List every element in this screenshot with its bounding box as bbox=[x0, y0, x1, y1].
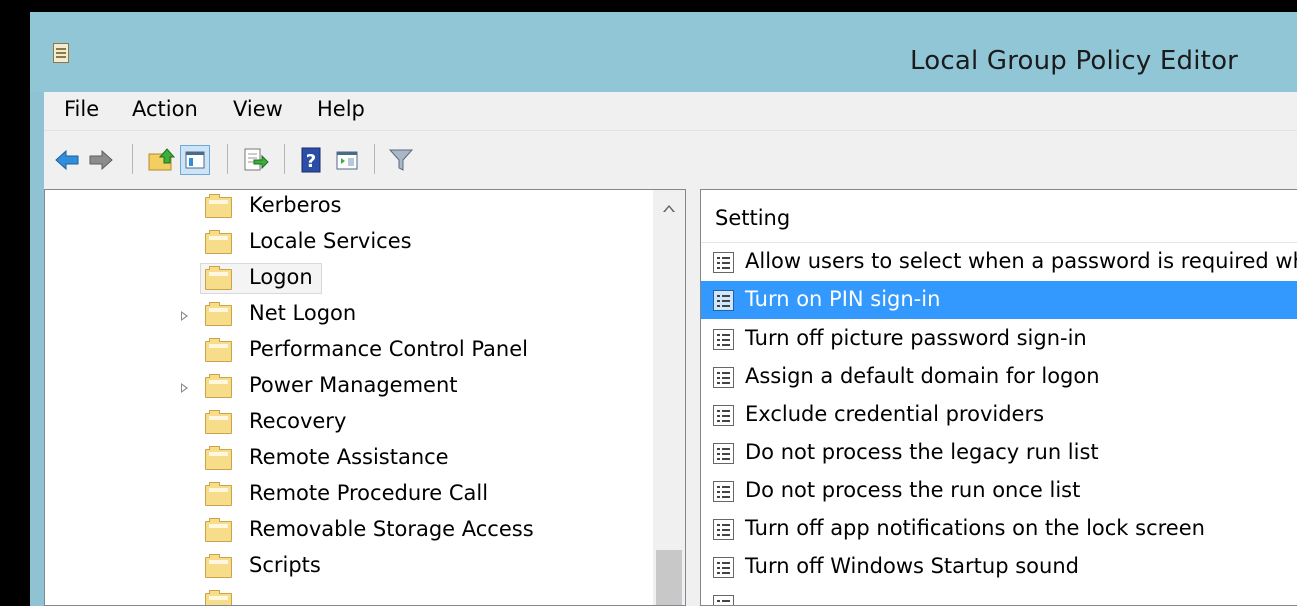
setting-label: Turn on PIN sign-in bbox=[745, 287, 941, 311]
tree-item-label: Net Logon bbox=[249, 301, 357, 325]
tree-item-label: Kerberos bbox=[249, 193, 342, 217]
setting-row[interactable]: Do not process the legacy run list bbox=[701, 434, 1297, 472]
tree-item-logon[interactable]: Logon bbox=[45, 262, 655, 296]
policy-setting-icon bbox=[713, 405, 734, 426]
tree-item-partial[interactable] bbox=[45, 586, 655, 605]
expand-arrow-icon[interactable] bbox=[181, 383, 188, 393]
policy-setting-icon bbox=[713, 481, 734, 502]
setting-label: Turn off Windows Startup sound bbox=[745, 554, 1079, 578]
setting-row[interactable]: Turn off app notifications on the lock s… bbox=[701, 510, 1297, 548]
toolbar-separator bbox=[374, 144, 375, 174]
tree-item-label: Logon bbox=[249, 265, 313, 289]
tree-item-scripts[interactable]: Scripts bbox=[45, 550, 655, 584]
toolbar-separator bbox=[284, 144, 285, 174]
tree-item-label: Removable Storage Access bbox=[249, 517, 534, 541]
setting-label: Assign a default domain for logon bbox=[745, 364, 1100, 388]
setting-row[interactable]: Do not process the run once list bbox=[701, 472, 1297, 510]
setting-label: Do not process the legacy run list bbox=[745, 440, 1099, 464]
policy-setting-icon bbox=[713, 329, 734, 350]
setting-row[interactable]: Allow users to select when a password is… bbox=[701, 243, 1297, 281]
setting-label: Turn off picture password sign-in bbox=[745, 326, 1087, 350]
title-bar[interactable]: Local Group Policy Editor bbox=[30, 12, 1297, 92]
client-area: File Action View Help ? Kerberos Locale … bbox=[44, 92, 1297, 606]
tree-item-label: Performance Control Panel bbox=[249, 337, 528, 361]
tree-item-remote-assistance[interactable]: Remote Assistance bbox=[45, 442, 655, 476]
policy-editor-app-icon[interactable] bbox=[53, 43, 69, 63]
folder-icon bbox=[205, 446, 232, 470]
toolbar-separator bbox=[132, 144, 133, 174]
tree-item-label: Scripts bbox=[249, 553, 321, 577]
folder-icon bbox=[205, 518, 232, 542]
tree-item-recovery[interactable]: Recovery bbox=[45, 406, 655, 440]
folder-icon bbox=[205, 410, 232, 434]
policy-setting-icon bbox=[713, 519, 734, 540]
tree-item-net-logon[interactable]: Net Logon bbox=[45, 298, 655, 332]
app-window: Local Group Policy Editor File Action Vi… bbox=[30, 12, 1297, 606]
tree-item-kerberos[interactable]: Kerberos bbox=[45, 190, 655, 224]
setting-label: Do not process the run once list bbox=[745, 478, 1081, 502]
folder-icon bbox=[205, 302, 232, 326]
filter-icon[interactable] bbox=[386, 145, 416, 175]
setting-row[interactable]: Turn off picture password sign-in bbox=[701, 320, 1297, 358]
tree-item-label: Recovery bbox=[249, 409, 347, 433]
tree-item-locale-services[interactable]: Locale Services bbox=[45, 226, 655, 260]
policy-setting-icon bbox=[713, 557, 734, 578]
setting-label: Allow users to select when a password is… bbox=[745, 249, 1297, 273]
policy-setting-icon bbox=[713, 252, 734, 273]
menu-file[interactable]: File bbox=[64, 97, 99, 121]
svg-text:?: ? bbox=[306, 151, 316, 172]
tree-item-performance-control-panel[interactable]: Performance Control Panel bbox=[45, 334, 655, 368]
folder-icon bbox=[205, 482, 232, 506]
tree-item-label: Power Management bbox=[249, 373, 458, 397]
export-list-icon[interactable] bbox=[240, 145, 270, 175]
settings-list-pane[interactable]: Setting Allow users to select when a pas… bbox=[700, 189, 1297, 606]
setting-row-partial[interactable] bbox=[701, 586, 1297, 605]
folder-icon bbox=[205, 230, 232, 254]
folder-icon bbox=[205, 554, 232, 578]
forward-icon[interactable] bbox=[86, 145, 116, 175]
tree-item-label: Locale Services bbox=[249, 229, 412, 253]
column-header-setting[interactable]: Setting bbox=[701, 190, 1297, 243]
menu-help[interactable]: Help bbox=[317, 97, 365, 121]
column-header-label: Setting bbox=[715, 206, 791, 230]
window-title: Local Group Policy Editor bbox=[910, 46, 1239, 76]
policy-setting-icon bbox=[713, 290, 734, 311]
tree-item-remote-procedure-call[interactable]: Remote Procedure Call bbox=[45, 478, 655, 512]
help-icon[interactable]: ? bbox=[296, 145, 326, 175]
tree-item-power-management[interactable]: Power Management bbox=[45, 370, 655, 404]
expand-arrow-icon[interactable] bbox=[181, 311, 188, 321]
menu-bar: File Action View Help bbox=[44, 92, 1297, 128]
back-icon[interactable] bbox=[52, 145, 82, 175]
folder-icon bbox=[205, 194, 232, 218]
setting-label: Turn off app notifications on the lock s… bbox=[745, 516, 1205, 540]
folder-icon bbox=[205, 590, 232, 605]
console-tree-pane[interactable]: Kerberos Locale Services Logon Net Logon… bbox=[44, 189, 686, 606]
tree-scrollbar[interactable] bbox=[653, 190, 685, 605]
menu-view[interactable]: View bbox=[233, 97, 283, 121]
tree-item-removable-storage-access[interactable]: Removable Storage Access bbox=[45, 514, 655, 548]
setting-row[interactable]: Assign a default domain for logon bbox=[701, 358, 1297, 396]
folder-icon bbox=[205, 266, 232, 290]
scroll-thumb[interactable] bbox=[656, 550, 682, 605]
policy-setting-icon bbox=[713, 367, 734, 388]
tree-item-label: Remote Assistance bbox=[249, 445, 449, 469]
folder-icon bbox=[205, 374, 232, 398]
setting-row[interactable]: Exclude credential providers bbox=[701, 396, 1297, 434]
toolbar: ? bbox=[44, 130, 1297, 181]
setting-row[interactable]: Turn off Windows Startup sound bbox=[701, 548, 1297, 586]
up-folder-icon[interactable] bbox=[146, 145, 176, 175]
toolbar-separator bbox=[227, 144, 228, 174]
show-hide-tree-icon[interactable] bbox=[180, 145, 210, 175]
folder-icon bbox=[205, 338, 232, 362]
menu-action[interactable]: Action bbox=[132, 97, 198, 121]
show-hide-action-pane-icon[interactable] bbox=[332, 145, 362, 175]
setting-label: Exclude credential providers bbox=[745, 402, 1045, 426]
policy-setting-icon bbox=[713, 595, 734, 605]
policy-setting-icon bbox=[713, 443, 734, 464]
tree-item-label: Remote Procedure Call bbox=[249, 481, 489, 505]
scroll-up-arrow-icon[interactable] bbox=[663, 205, 675, 212]
setting-row-selected[interactable]: Turn on PIN sign-in bbox=[701, 281, 1297, 319]
